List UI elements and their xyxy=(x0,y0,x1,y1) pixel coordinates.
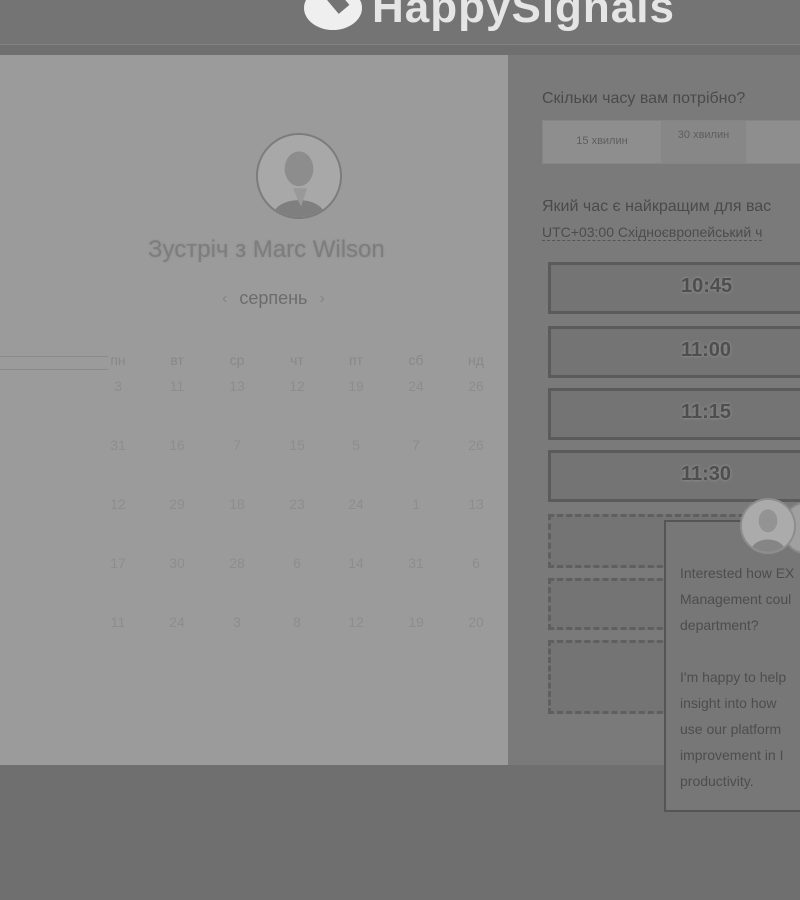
calendar-day[interactable]: 6 xyxy=(282,555,312,571)
calendar-day[interactable]: 26 xyxy=(461,378,491,394)
chevron-left-icon[interactable]: ‹ xyxy=(222,290,227,308)
duration-option-30[interactable]: 30 хвилин xyxy=(661,121,746,163)
meeting-panel xyxy=(0,55,508,765)
chat-text-line: insight into how xyxy=(680,695,777,711)
chevron-right-icon[interactable]: › xyxy=(319,290,324,308)
calendar-day[interactable]: 12 xyxy=(103,496,133,512)
calendar-day[interactable]: 26 xyxy=(461,437,491,453)
weekday-header: пт xyxy=(349,352,363,368)
calendar-day[interactable]: 30 xyxy=(162,555,192,571)
weekday-header: ср xyxy=(229,352,245,368)
calendar-day[interactable]: 16 xyxy=(162,437,192,453)
calendar-day[interactable]: 7 xyxy=(401,437,431,453)
calendar-day[interactable]: 7 xyxy=(222,437,252,453)
weekday-header: вт xyxy=(170,352,184,368)
duration-option-label: 15 хвилин xyxy=(576,135,628,147)
time-question: Який час є найкращим для вас xyxy=(542,198,772,215)
host-avatar xyxy=(256,133,342,219)
time-slot[interactable]: 11:15 xyxy=(548,388,800,440)
calendar-day[interactable]: 24 xyxy=(341,496,371,512)
calendar-day[interactable]: 24 xyxy=(401,378,431,394)
chat-text-line: Interested how EX xyxy=(680,565,795,581)
calendar-day[interactable]: 6 xyxy=(461,555,491,571)
chat-text-line: improvement in I xyxy=(680,747,784,763)
calendar-day[interactable]: 31 xyxy=(103,437,133,453)
calendar-day[interactable]: 11 xyxy=(162,378,192,394)
brand-logo[interactable]: HappySignals xyxy=(304,0,675,30)
time-slot[interactable]: 10:45 xyxy=(548,262,800,314)
duration-option-15[interactable]: 15 хвилин xyxy=(543,121,661,163)
calendar-day[interactable]: 23 xyxy=(282,496,312,512)
calendar-day[interactable]: 15 xyxy=(282,437,312,453)
duration-selector: 15 хвилин 30 хвилин xyxy=(542,120,800,164)
calendar-day[interactable]: 29 xyxy=(162,496,192,512)
duration-option-more[interactable] xyxy=(746,121,800,163)
person-portrait-icon xyxy=(258,135,340,217)
calendar-day[interactable]: 17 xyxy=(103,555,133,571)
duration-option-label: 30 хвилин xyxy=(677,129,730,141)
chat-text-line: productivity. xyxy=(680,773,754,789)
brand-name: HappySignals xyxy=(372,0,675,32)
month-navigator: ‹ серпень › xyxy=(222,288,325,309)
person-portrait-icon xyxy=(742,500,794,552)
time-slot[interactable]: 11:30 xyxy=(548,450,800,502)
calendar-day[interactable]: 28 xyxy=(222,555,252,571)
time-slot-label: 10:45 xyxy=(681,275,733,297)
timezone-selector[interactable]: UTC+03:00 Східноєвропейський ч xyxy=(542,224,763,241)
calendar-day[interactable]: 5 xyxy=(341,437,371,453)
duration-question: Скільки часу вам потрібно? xyxy=(542,90,746,107)
calendar-day[interactable]: 13 xyxy=(222,378,252,394)
calendar-day[interactable]: 19 xyxy=(401,614,431,630)
calendar-day[interactable]: 13 xyxy=(461,496,491,512)
top-bar: HappySignals xyxy=(0,0,800,45)
calendar-day[interactable]: 3 xyxy=(103,378,133,394)
calendar-divider xyxy=(0,356,108,370)
weekday-header: пн xyxy=(110,352,126,368)
calendar-day[interactable]: 14 xyxy=(341,555,371,571)
calendar-day[interactable]: 8 xyxy=(282,614,312,630)
agent-avatar xyxy=(740,498,796,554)
chat-text-line: department? xyxy=(680,617,759,633)
weekday-header: сб xyxy=(408,352,424,368)
time-slot-label: 11:00 xyxy=(681,339,732,361)
calendar-day[interactable]: 19 xyxy=(341,378,371,394)
speech-bubble-heart-icon xyxy=(304,0,362,30)
chat-text-line: Management coul xyxy=(680,591,792,607)
calendar-day[interactable]: 18 xyxy=(222,496,252,512)
chat-text-line: I'm happy to help xyxy=(680,669,787,685)
chat-text-line: use our platform xyxy=(680,721,782,737)
calendar-day[interactable]: 3 xyxy=(222,614,252,630)
calendar-day[interactable]: 12 xyxy=(341,614,371,630)
weekday-header: чт xyxy=(290,352,304,368)
calendar-day[interactable]: 31 xyxy=(401,555,431,571)
weekday-header: нд xyxy=(468,352,484,368)
time-slot-label: 11:15 xyxy=(681,401,732,423)
time-slot-label: 11:30 xyxy=(681,463,732,485)
time-slot[interactable]: 11:00 xyxy=(548,326,800,378)
meeting-title: Зустріч з Marc Wilson xyxy=(148,236,385,263)
calendar-day[interactable]: 20 xyxy=(461,614,491,630)
month-label: серпень xyxy=(239,288,308,308)
calendar-day[interactable]: 24 xyxy=(162,614,192,630)
calendar-day[interactable]: 11 xyxy=(103,614,133,630)
calendar-day[interactable]: 1 xyxy=(401,496,431,512)
calendar-day[interactable]: 12 xyxy=(282,378,312,394)
